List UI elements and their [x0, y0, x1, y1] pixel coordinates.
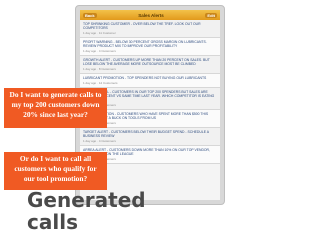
alert-text: GROWTH ALERT - CUSTOMERS UP MORE THAN 20… — [83, 58, 210, 66]
list-item[interactable]: GROWTH ALERT - CUSTOMERS UP MORE THAN 20… — [80, 56, 220, 74]
list-item[interactable]: PROFIT WARNING - BELOW 30 PERCENT GROSS … — [80, 38, 220, 56]
list-item[interactable]: TOP SHRINKING CUSTOMER - OVER BELOW THE … — [80, 20, 220, 38]
alert-text: PROFIT WARNING - BELOW 30 PERCENT GROSS … — [83, 40, 207, 48]
alert-meta: 1 day ago · 4 Customers — [83, 139, 116, 143]
page-title: Generated calls — [27, 188, 146, 234]
app-title: Sales Alerts — [138, 12, 164, 18]
alert-text: LUBRICANT PROMOTION - TOP SPENDERS NOT B… — [83, 76, 207, 80]
list-item[interactable]: TARGET ALERT - CUSTOMERS BELOW THEIR BUD… — [80, 128, 220, 146]
edit-button[interactable]: Edit — [205, 12, 217, 18]
alert-meta: 1 day ago · 12 Customers — [83, 81, 118, 85]
back-button[interactable]: Back — [83, 12, 97, 18]
app-header: Back Sales Alerts Edit — [80, 10, 220, 20]
alert-text: TOP SHRINKING CUSTOMER - OVER BELOW THE … — [83, 22, 201, 30]
alert-text: TARGET ALERT - CUSTOMERS BELOW THEIR BUD… — [83, 130, 209, 138]
alert-meta: 1 day ago · 8 Customers — [83, 67, 116, 71]
alert-meta: 1 day ago · 11 Customer — [83, 31, 116, 35]
list-item[interactable]: LUBRICANT PROMOTION - TOP SPENDERS NOT B… — [80, 74, 220, 88]
alert-meta: 1 day ago · 4 Customers — [83, 49, 116, 53]
callout-tool-promotion: Or do I want to call all customers who q… — [4, 152, 107, 190]
callout-top-customers: Do I want to generate calls to my top 20… — [4, 88, 107, 128]
